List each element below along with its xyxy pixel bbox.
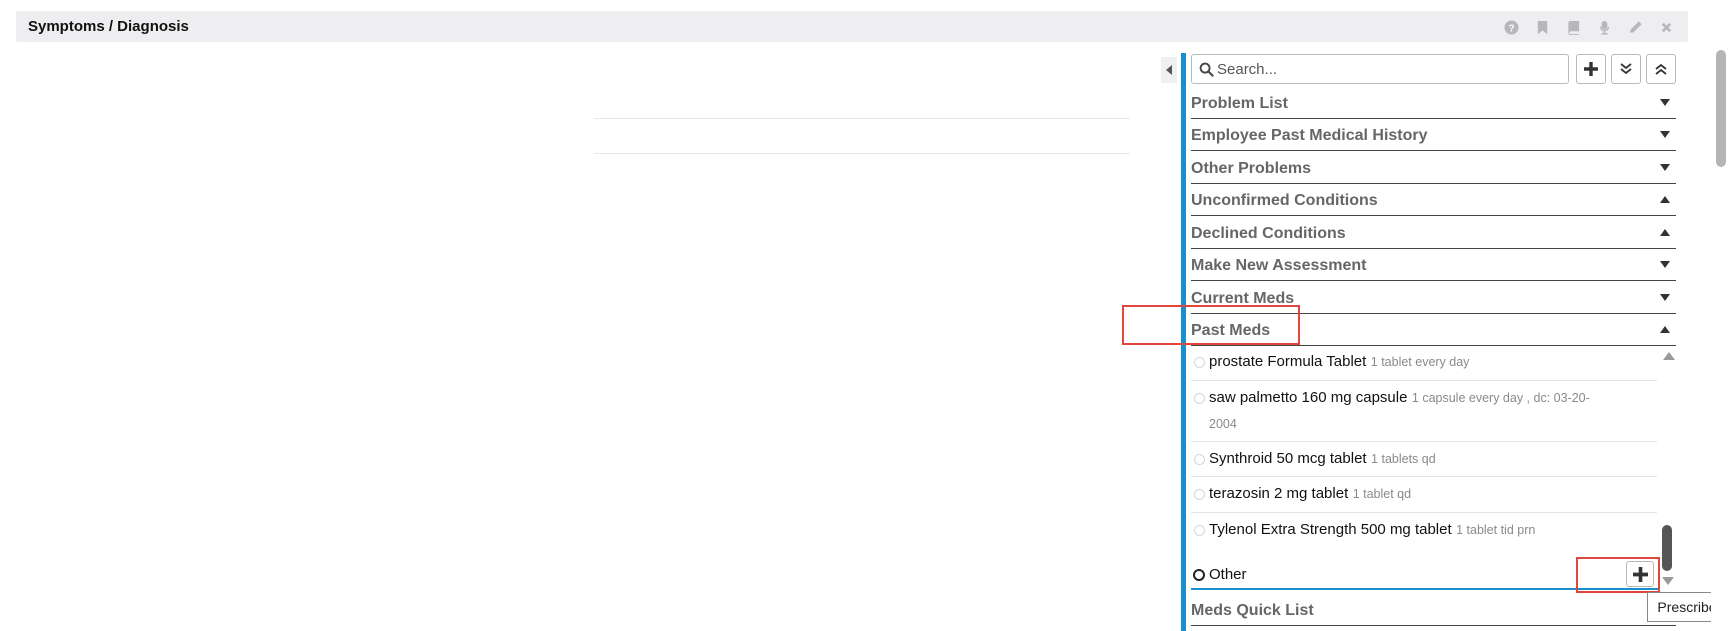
add-button[interactable] (1576, 54, 1606, 84)
caret-down-icon (1660, 261, 1670, 268)
caret-up-icon (1660, 196, 1670, 203)
search-box[interactable] (1191, 54, 1569, 84)
med-text: terazosin 2 mg tablet 1 tablet qd (1209, 481, 1619, 507)
med-name: prostate Formula Tablet (1209, 353, 1367, 370)
plus-icon (1584, 62, 1598, 76)
other-label: Other (1209, 566, 1247, 583)
list-item[interactable]: saw palmetto 160 mg capsule 1 capsule ev… (1191, 381, 1657, 442)
caret-down-icon (1660, 99, 1670, 106)
expand-all-button[interactable] (1611, 54, 1641, 84)
med-text: saw palmetto 160 mg capsule 1 capsule ev… (1209, 385, 1609, 437)
section-label: Unconfirmed Conditions (1191, 192, 1378, 209)
pencil-icon[interactable] (1620, 18, 1651, 36)
med-name: Tylenol Extra Strength 500 mg tablet (1209, 521, 1452, 538)
section-declined-conditions[interactable]: Declined Conditions (1191, 217, 1676, 249)
section-make-new-assessment[interactable]: Make New Assessment (1191, 249, 1676, 281)
bookmark-icon[interactable] (1527, 18, 1558, 36)
section-label: Other Problems (1191, 160, 1312, 177)
page-title: Symptoms / Diagnosis (28, 18, 189, 35)
caret-left-icon (1166, 65, 1172, 75)
section-label: Meds Quick List (1191, 602, 1314, 619)
collapse-panel-button[interactable] (1161, 57, 1177, 83)
page-scrollbar-thumb[interactable] (1716, 50, 1726, 167)
content-divider (594, 118, 1130, 119)
double-chevron-down-icon (1620, 63, 1632, 75)
med-sig: 1 tablet tid prn (1456, 523, 1536, 537)
search-input[interactable] (1217, 59, 1557, 79)
collapse-all-button[interactable] (1646, 54, 1676, 84)
section-unconfirmed-conditions[interactable]: Unconfirmed Conditions (1191, 184, 1676, 216)
list-scrollbar-thumb[interactable] (1662, 525, 1672, 571)
section-label: Employee Past Medical History (1191, 127, 1428, 144)
med-name: terazosin 2 mg tablet (1209, 485, 1349, 502)
search-icon (1199, 62, 1214, 77)
radio-button[interactable] (1194, 525, 1205, 536)
med-text: Synthroid 50 mcg tablet 1 tablets qd (1209, 446, 1619, 472)
help-icon[interactable]: ? (1496, 18, 1527, 36)
caret-up-icon (1660, 326, 1670, 333)
search-row (1191, 54, 1676, 86)
list-scroll-up-icon[interactable] (1663, 352, 1675, 360)
list-scroll-down-icon[interactable] (1662, 577, 1674, 585)
med-sig: 1 tablet every day (1370, 355, 1470, 369)
section-employee-past-medical-history[interactable]: Employee Past Medical History (1191, 119, 1676, 151)
med-name: Synthroid 50 mcg tablet (1209, 450, 1367, 467)
list-item[interactable]: Tylenol Extra Strength 500 mg tablet 1 t… (1191, 513, 1657, 548)
list-item[interactable]: terazosin 2 mg tablet 1 tablet qd (1191, 477, 1657, 513)
caret-down-icon (1660, 131, 1670, 138)
section-label: Declined Conditions (1191, 225, 1346, 242)
book-icon[interactable] (1558, 18, 1589, 36)
section-label: Problem List (1191, 95, 1288, 112)
radio-button[interactable] (1194, 489, 1205, 500)
list-item[interactable]: Synthroid 50 mcg tablet 1 tablets qd (1191, 442, 1657, 477)
radio-button[interactable] (1194, 357, 1205, 368)
list-item[interactable]: prostate Formula Tablet 1 tablet every d… (1191, 345, 1657, 381)
section-other-problems[interactable]: Other Problems (1191, 152, 1676, 184)
caret-down-icon (1660, 164, 1670, 171)
med-sig: 1 tablets qd (1371, 452, 1436, 466)
med-name: saw palmetto 160 mg capsule (1209, 389, 1408, 406)
section-label: Make New Assessment (1191, 257, 1367, 274)
caret-down-icon (1660, 294, 1670, 301)
close-icon[interactable] (1651, 18, 1682, 36)
radio-button[interactable] (1193, 569, 1205, 581)
double-chevron-up-icon (1655, 63, 1667, 75)
microphone-icon[interactable] (1589, 18, 1620, 36)
section-header: Symptoms / Diagnosis ? (16, 11, 1688, 42)
caret-up-icon (1660, 229, 1670, 236)
radio-button[interactable] (1194, 393, 1205, 404)
page-scrollbar[interactable] (1711, 0, 1730, 631)
past-meds-list: prostate Formula Tablet 1 tablet every d… (1191, 345, 1659, 590)
highlight-box-prescribe (1576, 557, 1660, 593)
section-meds-quick-list[interactable]: Meds Quick List (1191, 594, 1676, 626)
svg-text:?: ? (1508, 23, 1514, 34)
content-divider (594, 153, 1130, 154)
header-toolbar: ? (1496, 18, 1682, 36)
med-text: prostate Formula Tablet 1 tablet every d… (1209, 349, 1619, 375)
highlight-box-past-meds (1122, 305, 1300, 345)
med-sig: 1 tablet qd (1352, 487, 1412, 501)
radio-button[interactable] (1194, 454, 1205, 465)
med-text: Tylenol Extra Strength 500 mg tablet 1 t… (1209, 517, 1619, 543)
section-problem-list[interactable]: Problem List (1191, 87, 1676, 119)
